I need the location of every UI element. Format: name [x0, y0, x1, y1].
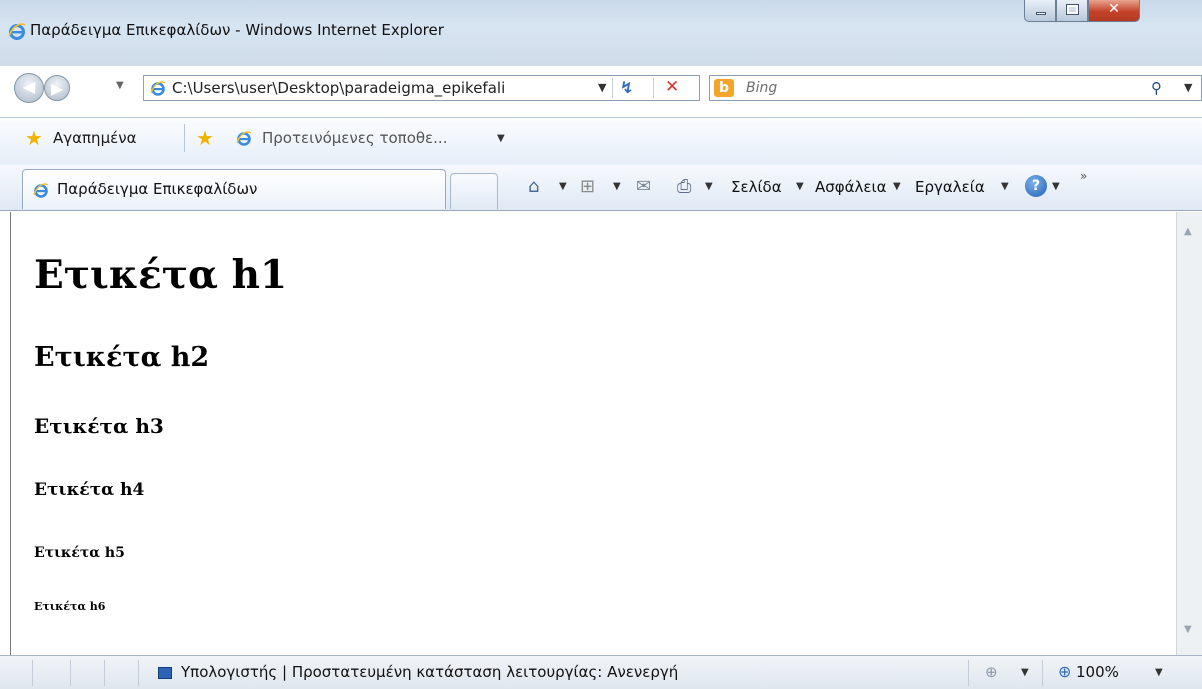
minimize-icon: [1036, 12, 1046, 15]
more-chevron-icon[interactable]: »: [1080, 169, 1087, 183]
heading-h4: Ετικέτα h4: [34, 480, 145, 500]
status-separator: [70, 660, 71, 686]
page-ie-icon: [150, 81, 166, 96]
recent-pages-dropdown[interactable]: ▼: [116, 80, 124, 91]
back-arrow-icon: ◀: [22, 77, 36, 96]
back-button[interactable]: ◀: [14, 73, 44, 103]
favorites-button[interactable]: Αγαπημένα: [53, 129, 136, 147]
heading-h1: Ετικέτα h1: [34, 252, 288, 298]
close-icon: ✕: [1108, 1, 1120, 17]
address-separator: [612, 78, 613, 98]
forward-arrow-icon: ▶: [50, 79, 64, 98]
tools-menu[interactable]: Εργαλεία: [915, 178, 985, 196]
read-mail-icon[interactable]: ✉: [636, 176, 651, 197]
minimize-button[interactable]: [1024, 0, 1056, 22]
page-content: Ετικέτα h1 Ετικέτα h2 Ετικέτα h3 Ετικέτα…: [10, 212, 1176, 655]
suggested-sites-link[interactable]: Προτεινόμενες τοποθε...: [262, 129, 447, 147]
heading-h2: Ετικέτα h2: [34, 342, 210, 373]
tab-label[interactable]: Παράδειγμα Επικεφαλίδων: [57, 180, 257, 198]
scroll-down-icon[interactable]: ▼: [1184, 624, 1192, 635]
bing-logo-icon: b: [714, 79, 734, 97]
favorites-star-icon[interactable]: ★: [25, 126, 43, 150]
zoom-icon[interactable]: ⊕: [1058, 662, 1071, 681]
refresh-icon[interactable]: ↯: [620, 78, 633, 97]
status-separator: [32, 660, 33, 686]
add-to-favorites-icon[interactable]: ★: [196, 126, 214, 150]
maximize-icon: [1066, 4, 1079, 15]
page-menu[interactable]: Σελίδα: [731, 178, 782, 196]
help-dropdown-icon[interactable]: ▼: [1052, 181, 1060, 192]
search-box[interactable]: b Bing ⚲ ▼: [709, 75, 1202, 101]
status-separator: [104, 660, 105, 686]
new-tab-button[interactable]: [450, 173, 498, 209]
feeds-dropdown-icon[interactable]: ▼: [613, 181, 621, 192]
heading-h3: Ετικέτα h3: [34, 414, 164, 438]
vertical-scrollbar[interactable]: ▲ ▼: [1176, 212, 1202, 655]
zoom-dropdown-icon[interactable]: ▼: [1155, 667, 1163, 678]
zoom-level[interactable]: 100%: [1076, 663, 1119, 681]
address-separator: [653, 78, 654, 98]
help-icon[interactable]: ?: [1025, 175, 1047, 197]
search-placeholder[interactable]: Bing: [746, 80, 777, 96]
computer-zone-icon: [158, 667, 172, 679]
print-icon[interactable]: ⎙: [677, 176, 691, 197]
address-url[interactable]: C:\Users\user\Desktop\paradeigma_epikefa…: [172, 79, 505, 97]
suggested-sites-ie-icon: [236, 131, 252, 146]
status-separator: [138, 660, 139, 686]
favorites-bar: ★ Αγαπημένα ★ Προτεινόμενες τοποθε... ▼: [0, 117, 1202, 165]
favorites-separator: [184, 124, 185, 152]
tools-menu-dropdown-icon[interactable]: ▼: [1001, 181, 1009, 192]
home-dropdown-icon[interactable]: ▼: [559, 181, 567, 192]
address-bar[interactable]: C:\Users\user\Desktop\paradeigma_epikefa…: [143, 75, 700, 101]
title-bar: Παράδειγμα Επικεφαλίδων - Windows Intern…: [0, 0, 1202, 66]
heading-h6: Ετικέτα h6: [34, 600, 106, 613]
ie-logo-icon: [8, 23, 26, 40]
forward-button[interactable]: ▶: [44, 75, 70, 101]
status-bar: Υπολογιστής | Προστατευμένη κατάσταση λε…: [0, 655, 1202, 689]
suggested-sites-dropdown-icon[interactable]: ▼: [497, 133, 505, 144]
print-dropdown-icon[interactable]: ▼: [705, 181, 713, 192]
search-dropdown-icon[interactable]: ▼: [1184, 81, 1192, 94]
address-dropdown-icon[interactable]: ▼: [598, 81, 606, 94]
home-icon[interactable]: ⌂: [528, 176, 539, 197]
maximize-button[interactable]: [1056, 0, 1088, 22]
status-separator: [968, 660, 969, 686]
tab-ie-icon: [33, 183, 49, 198]
search-icon[interactable]: ⚲: [1151, 79, 1162, 97]
safety-menu[interactable]: Ασφάλεια: [815, 178, 887, 196]
scroll-up-icon[interactable]: ▲: [1184, 226, 1192, 237]
stop-icon[interactable]: ✕: [665, 77, 679, 97]
safety-menu-dropdown-icon[interactable]: ▼: [893, 181, 901, 192]
status-separator: [1042, 660, 1043, 686]
command-bar: Παράδειγμα Επικεφαλίδων ⌂ ▼ ⊞ ▼ ✉ ⎙ ▼ Σε…: [0, 165, 1202, 211]
window-title: Παράδειγμα Επικεφαλίδων - Windows Intern…: [30, 21, 444, 39]
close-button[interactable]: ✕: [1088, 0, 1140, 22]
protected-mode-icon[interactable]: ⊕: [985, 663, 998, 681]
security-zone-text[interactable]: Υπολογιστής | Προστατευμένη κατάσταση λε…: [181, 663, 678, 681]
feeds-icon[interactable]: ⊞: [580, 176, 595, 197]
heading-h5: Ετικέτα h5: [34, 545, 125, 561]
tab-current[interactable]: Παράδειγμα Επικεφαλίδων: [22, 169, 446, 209]
page-menu-dropdown-icon[interactable]: ▼: [796, 181, 804, 192]
protected-mode-dropdown-icon[interactable]: ▼: [1021, 667, 1029, 678]
